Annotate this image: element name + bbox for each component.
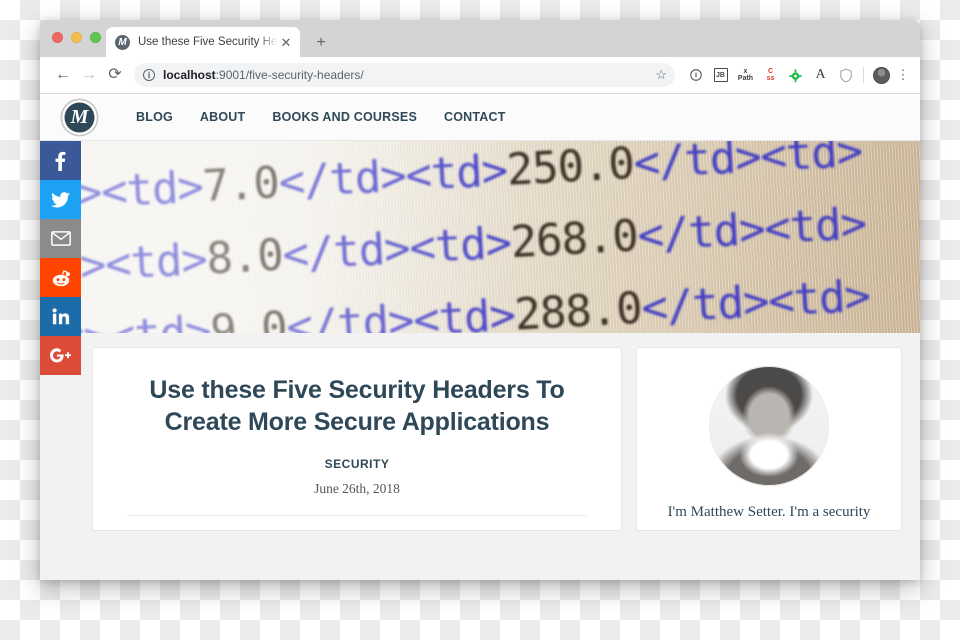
back-button[interactable]: ← [50,67,76,83]
bookmark-star-icon[interactable]: ☆ [655,67,669,83]
bug-icon[interactable] [783,63,808,87]
info-circle-icon[interactable] [683,63,708,87]
author-sidebar-card: I'm Matthew Setter. I'm a security [636,347,902,531]
toolbar-divider [863,67,864,83]
extensions-bar: JB x Path Css A ⋮ [683,63,912,87]
share-googleplus-button[interactable] [40,336,81,375]
url-path: :9001/five-security-headers/ [215,68,364,82]
site-navigation: M BLOG ABOUT BOOKS AND COURSES CONTACT [40,94,920,141]
url-host: localhost [163,68,216,82]
content-columns: Use these Five Security Headers To Creat… [40,333,920,531]
tab-title: Use these Five Security Heade [138,36,278,48]
forward-button[interactable]: → [76,67,102,83]
post-date: June 26th, 2018 [314,481,400,496]
xpath-icon[interactable]: x Path [733,63,758,87]
author-bio: I'm Matthew Setter. I'm a security [667,504,871,520]
post-divider [127,515,587,516]
share-reddit-button[interactable] [40,258,81,297]
close-tab-icon[interactable]: ✕ [278,36,294,49]
site-info-icon[interactable]: i [143,69,155,81]
favicon-icon: M [115,34,130,50]
reload-button[interactable]: ⟳ [102,67,128,83]
nav-link-blog[interactable]: BLOG [136,110,173,124]
page-viewport: M BLOG ABOUT BOOKS AND COURSES CONTACT <… [40,94,920,580]
post-category[interactable]: SECURITY [127,457,587,471]
share-email-button[interactable] [40,219,81,258]
shield-icon[interactable] [833,63,858,87]
hero-code-text: <tr><td>7.0</td><td>250.0</td><td> <tr><… [40,141,920,333]
profile-avatar[interactable] [869,63,894,87]
url-text: localhost:9001/five-security-headers/ [163,68,364,82]
nav-links: BLOG ABOUT BOOKS AND COURSES CONTACT [136,110,506,124]
author-avatar [709,366,829,486]
window-controls [52,32,101,43]
browser-tab[interactable]: M Use these Five Security Heade ✕ [106,27,300,57]
css-selector-icon[interactable]: Css [758,63,783,87]
tab-strip: M Use these Five Security Heade ✕ + [40,20,920,57]
nav-link-books-and-courses[interactable]: BOOKS AND COURSES [272,110,417,124]
browser-toolbar: ← → ⟳ i localhost:9001/five-security-hea… [40,57,920,94]
maximize-window-button[interactable] [90,32,101,43]
share-linkedin-button[interactable] [40,297,81,336]
browser-window: M Use these Five Security Heade ✕ + ← → … [40,20,920,580]
article-card: Use these Five Security Headers To Creat… [92,347,622,531]
browser-menu-button[interactable]: ⋮ [894,68,912,81]
social-share-rail [40,141,81,375]
page-title: Use these Five Security Headers To Creat… [149,376,565,436]
new-tab-button[interactable]: + [312,35,330,51]
address-bar[interactable]: i localhost:9001/five-security-headers/ … [134,63,675,87]
nav-link-contact[interactable]: CONTACT [444,110,506,124]
hero-image: <tr><td>7.0</td><td>250.0</td><td> <tr><… [40,141,920,333]
jetbrains-badge: JB [713,68,728,82]
share-twitter-button[interactable] [40,180,81,219]
font-icon[interactable]: A [808,63,833,87]
nav-link-about[interactable]: ABOUT [200,110,245,124]
minimize-window-button[interactable] [71,32,82,43]
share-facebook-button[interactable] [40,141,81,180]
close-window-button[interactable] [52,32,63,43]
site-logo[interactable]: M [62,99,97,135]
jetbrains-icon[interactable]: JB [708,63,733,87]
